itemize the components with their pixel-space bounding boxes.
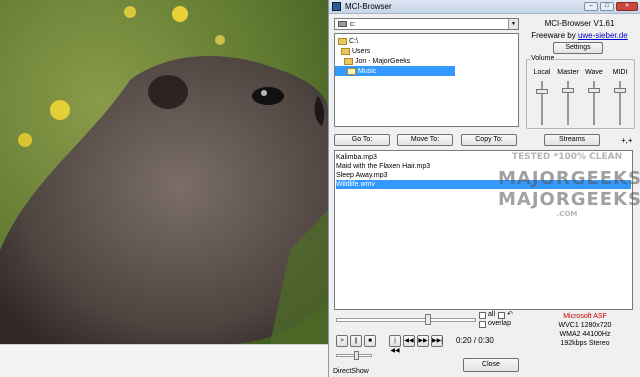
volume-slider-thumb[interactable]: [562, 88, 574, 94]
minimize-button[interactable]: –: [584, 2, 598, 11]
drive-select[interactable]: c: ▼: [334, 18, 519, 30]
seek-thumb[interactable]: [425, 314, 432, 325]
chevron-down-icon[interactable]: ▼: [508, 19, 518, 29]
volume-channel-label: Wave: [585, 69, 603, 76]
folder-node[interactable]: C:\: [335, 36, 518, 46]
folder-label: Users: [352, 47, 371, 55]
volume-group-label: Volume: [530, 55, 556, 62]
settings-button[interactable]: Settings: [553, 42, 603, 54]
time-separator: /: [473, 336, 477, 345]
seek-track[interactable]: [336, 318, 476, 322]
last-track-button[interactable]: ▶▶|: [431, 335, 443, 347]
below-video-area: [0, 344, 328, 377]
freeware-line: Freeware by uwe-sieber.de: [523, 31, 636, 40]
time-display: 0:20 / 0:30: [456, 336, 494, 345]
folder-node[interactable]: Users: [335, 46, 518, 56]
media-format: Microsoft ASF: [563, 313, 607, 320]
move-to-button[interactable]: Move To:: [397, 134, 453, 146]
engine-label: DirectShow: [333, 368, 369, 375]
go-to-button[interactable]: Go To:: [334, 134, 390, 146]
player-volume-thumb[interactable]: [354, 351, 359, 360]
volume-channel-master: Master: [556, 69, 580, 125]
watermark-tested: TESTED *100% CLEAN: [511, 152, 623, 162]
pause-button[interactable]: ||: [350, 335, 362, 347]
maximize-button[interactable]: □: [600, 2, 614, 11]
volume-channel-label: Master: [557, 69, 579, 76]
time-total: 0:30: [478, 336, 494, 345]
info-panel: MCI-Browser V1.61 Freeware by uwe-sieber…: [523, 18, 636, 54]
watermark-brand: MAJORGEEKS: [498, 168, 640, 189]
drive-icon: [338, 21, 347, 27]
folder-label: Jon - MajorGeeks: [355, 57, 411, 65]
folder-icon: [344, 57, 353, 65]
video-info: WVC1 1280x720: [558, 322, 612, 329]
volume-slider-thumb[interactable]: [536, 89, 548, 94]
freeware-text: Freeware by: [531, 31, 578, 40]
forward-button[interactable]: ▶▶: [417, 335, 429, 347]
overlap-label: overlap: [488, 320, 511, 327]
drive-value: c:: [350, 20, 356, 28]
streams-button[interactable]: Streams: [544, 134, 600, 146]
loop-checkbox[interactable]: [498, 312, 505, 319]
folder-node[interactable]: Music: [335, 66, 455, 76]
app-icon: [332, 2, 341, 11]
volume-channel-wave: Wave: [582, 69, 606, 125]
folder-label: C:\: [349, 37, 358, 45]
media-info: Microsoft ASF WVC1 1280x720 WMA2 44100Hz…: [537, 312, 633, 348]
time-current: 0:20: [456, 336, 472, 345]
watermark-domain: .COM: [556, 210, 578, 218]
folder-icon: [341, 47, 350, 55]
folder-icon: [347, 67, 356, 75]
first-track-button[interactable]: |◀◀: [389, 335, 401, 354]
volume-slider-thumb[interactable]: [614, 88, 626, 94]
video-frame: [0, 0, 328, 344]
overlap-checkbox[interactable]: [479, 321, 486, 328]
rewind-button[interactable]: ◀◀: [403, 335, 415, 347]
volume-group: Volume Local Master Wave MIDI: [526, 55, 635, 129]
window-title: MCI-Browser: [345, 2, 392, 11]
audio-info: WMA2 44100Hz: [559, 331, 611, 338]
app-version: MCI-Browser V1.61: [544, 19, 615, 28]
watermark-brand-2: MAJORGEEKS: [498, 189, 640, 210]
majorgeeks-watermark: TESTED *100% CLEAN MAJORGEEKS MAJORGEEKS…: [498, 152, 640, 240]
volume-channel-local: Local: [530, 69, 554, 125]
stop-button[interactable]: ■: [364, 335, 376, 347]
copy-to-button[interactable]: Copy To:: [461, 134, 517, 146]
volume-slider-thumb[interactable]: [588, 88, 600, 94]
close-window-button[interactable]: ✕: [616, 2, 638, 11]
title-bar: MCI-Browser – □ ✕: [329, 0, 640, 14]
play-button[interactable]: >: [336, 335, 348, 347]
volume-channel-midi: MIDI: [608, 69, 632, 125]
extra-button[interactable]: +,+: [621, 136, 633, 145]
author-link[interactable]: uwe-sieber.de: [578, 31, 628, 40]
close-button[interactable]: Close: [463, 358, 519, 372]
volume-slider-track[interactable]: [541, 81, 543, 125]
folder-label: Music: [358, 67, 377, 75]
all-checkbox[interactable]: [479, 312, 486, 319]
folder-icon: [338, 37, 347, 45]
all-label: all: [488, 311, 496, 318]
folder-tree: C:\ Users Jon - MajorGeeks Music: [334, 33, 519, 127]
folder-node[interactable]: Jon - MajorGeeks: [335, 56, 518, 66]
bitrate-info: 192kbps Stereo: [560, 340, 610, 347]
volume-channel-label: MIDI: [612, 69, 628, 76]
marmot-image: [0, 0, 328, 344]
volume-channel-label: Local: [533, 69, 551, 76]
loop-icon: ↶: [507, 311, 513, 318]
